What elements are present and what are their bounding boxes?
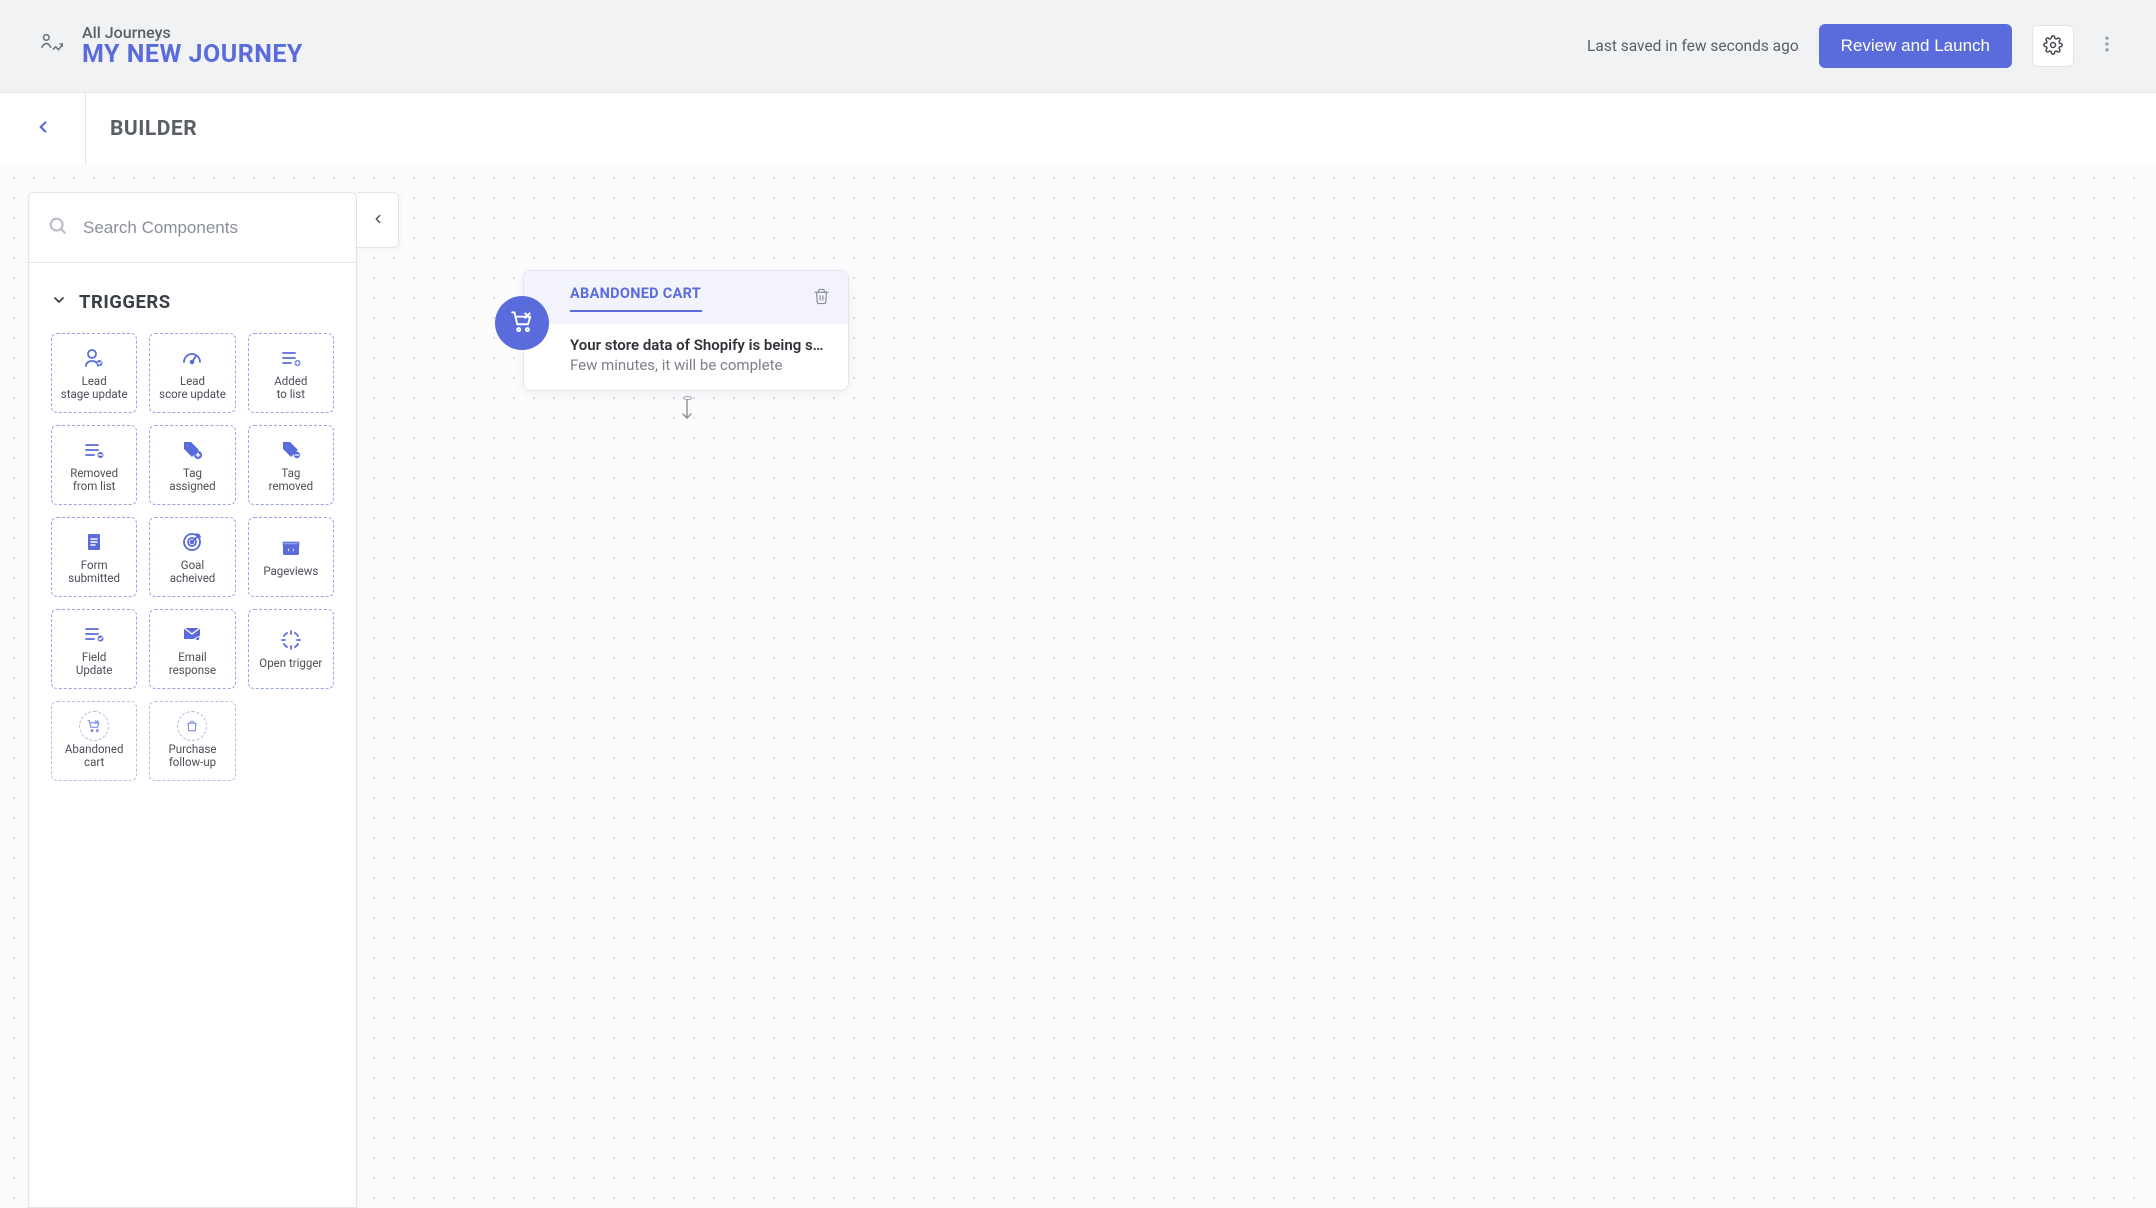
tile-label: Field Update — [76, 651, 113, 677]
abandoned-cart-icon — [79, 713, 109, 739]
pageviews-icon — [279, 535, 303, 561]
abandoned-cart-icon — [509, 308, 535, 338]
trigger-tile-tag-removed[interactable]: Tag removed — [248, 425, 334, 505]
search-input[interactable] — [83, 218, 338, 238]
trigger-tile-goal-achieved[interactable]: Goal acheived — [149, 517, 235, 597]
purchase-follow-up-icon — [177, 713, 207, 739]
trigger-tile-open-trigger[interactable]: Open trigger — [248, 609, 334, 689]
trigger-tile-email-response[interactable]: Email response — [149, 609, 235, 689]
added-to-list-icon — [279, 345, 303, 371]
trigger-tile-field-update[interactable]: Field Update — [51, 609, 137, 689]
gear-icon — [2043, 35, 2063, 58]
trigger-tile-tag-assigned[interactable]: Tag assigned — [149, 425, 235, 505]
tile-label: Lead stage update — [61, 375, 128, 401]
trigger-tile-form-submitted[interactable]: Form submitted — [51, 517, 137, 597]
trigger-tile-lead-score-update[interactable]: Lead score update — [149, 333, 235, 413]
arrow-down-icon — [681, 400, 693, 426]
trigger-tile-purchase-follow-up[interactable]: Purchase follow-up — [149, 701, 235, 781]
tile-label: Pageviews — [263, 565, 318, 578]
node-message-secondary: Few minutes, it will be complete — [570, 356, 830, 374]
tile-label: Tag assigned — [169, 467, 215, 493]
trigger-tile-lead-stage-update[interactable]: Lead stage update — [51, 333, 137, 413]
node-delete-button[interactable] — [813, 288, 830, 309]
email-response-icon — [180, 621, 204, 647]
node-message-primary: Your store data of Shopify is being sync… — [570, 336, 830, 354]
node-title: ABANDONED CART — [570, 285, 702, 302]
settings-button[interactable] — [2032, 25, 2074, 67]
chevron-left-icon — [371, 211, 385, 230]
trash-icon — [813, 290, 830, 309]
panel-collapse-button[interactable] — [357, 192, 399, 248]
canvas-node-abandoned-cart[interactable]: ABANDONED CART Your store data of Shopif… — [495, 270, 849, 391]
chevron-left-icon — [34, 118, 52, 140]
section-toggle-triggers[interactable]: TRIGGERS — [51, 291, 334, 313]
search-icon — [47, 215, 69, 241]
tile-label: Form submitted — [68, 559, 120, 585]
section-title: TRIGGERS — [79, 291, 171, 313]
tile-label: Open trigger — [259, 657, 322, 670]
last-saved-text: Last saved in few seconds ago — [1587, 37, 1799, 55]
more-menu-button[interactable] — [2094, 25, 2120, 67]
tag-removed-icon — [279, 437, 303, 463]
removed-from-list-icon — [82, 437, 106, 463]
trigger-tile-abandoned-cart[interactable]: Abandoned cart — [51, 701, 137, 781]
tile-label: Tag removed — [269, 467, 314, 493]
trigger-tile-removed-from-list[interactable]: Removed from list — [51, 425, 137, 505]
goal-achieved-icon — [180, 529, 204, 555]
journey-title: MY NEW JOURNEY — [82, 40, 303, 69]
more-vertical-icon — [2097, 34, 2117, 58]
tile-label: Email response — [169, 651, 216, 677]
tile-label: Goal acheived — [170, 559, 216, 585]
tag-assigned-icon — [180, 437, 204, 463]
review-launch-button[interactable]: Review and Launch — [1819, 24, 2012, 68]
lead-stage-update-icon — [82, 345, 106, 371]
journey-icon — [36, 29, 66, 63]
tile-label: Added to list — [274, 375, 307, 401]
form-submitted-icon — [82, 529, 106, 555]
chevron-down-icon — [51, 292, 67, 312]
node-badge — [495, 296, 549, 350]
node-connector[interactable] — [678, 396, 696, 426]
tile-label: Purchase follow-up — [168, 743, 216, 769]
components-panel: TRIGGERS Lead stage update Lead score upd… — [28, 192, 357, 1208]
tile-label: Lead score update — [159, 375, 226, 401]
trigger-tile-pageviews[interactable]: Pageviews — [248, 517, 334, 597]
subbar-title: BUILDER — [86, 117, 197, 141]
tile-label: Abandoned cart — [65, 743, 124, 769]
tile-label: Removed from list — [70, 467, 118, 493]
field-update-icon — [82, 621, 106, 647]
trigger-tile-added-to-list[interactable]: Added to list — [248, 333, 334, 413]
lead-score-update-icon — [180, 345, 204, 371]
back-button[interactable] — [0, 93, 86, 164]
open-trigger-icon — [279, 627, 303, 653]
